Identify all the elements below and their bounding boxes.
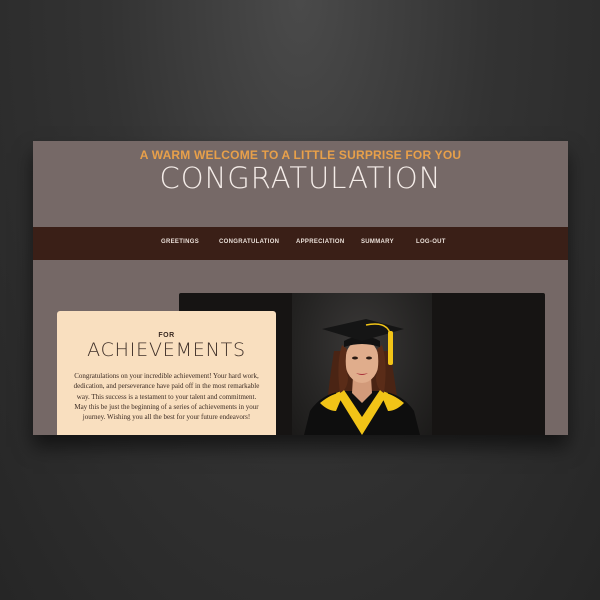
graduate-photo <box>292 293 432 435</box>
website-frame: A WARM WELCOME TO A LITTLE SURPRISE FOR … <box>33 141 568 435</box>
site-header: A WARM WELCOME TO A LITTLE SURPRISE FOR … <box>33 141 568 227</box>
nav-item-congratulation[interactable]: CONGRATULATION <box>219 239 279 245</box>
achievements-card: FOR ACHIEVEMENTS Congratulations on your… <box>57 311 276 435</box>
graduate-portrait-image <box>304 319 420 435</box>
nav-item-summary[interactable]: SUMMARY <box>361 239 394 245</box>
card-kicker: FOR <box>158 332 175 339</box>
main-navigation: GREETINGS CONGRATULATION APPRECIATION SU… <box>33 227 568 260</box>
nav-item-appreciation[interactable]: APPRECIATION <box>296 239 345 245</box>
nav-item-log-out[interactable]: LOG-OUT <box>416 239 446 245</box>
nav-item-greetings[interactable]: GREETINGS <box>161 239 199 245</box>
card-title: ACHIEVEMENTS <box>87 339 246 361</box>
welcome-tagline: A WARM WELCOME TO A LITTLE SURPRISE FOR … <box>139 148 462 162</box>
card-message: Congratulations on your incredible achie… <box>73 372 260 422</box>
page-title: CONGRATULATION <box>159 161 442 195</box>
